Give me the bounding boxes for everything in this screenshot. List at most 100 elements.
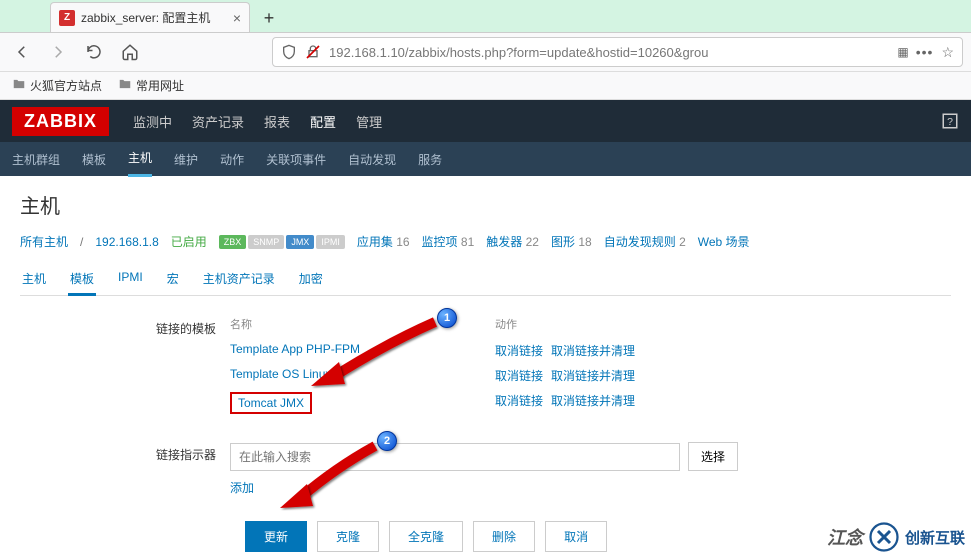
delete-button[interactable]: 删除 bbox=[473, 521, 535, 552]
tab-host[interactable]: 主机 bbox=[20, 264, 48, 295]
folder-icon bbox=[118, 77, 132, 94]
zabbix-logo[interactable]: ZABBIX bbox=[12, 107, 109, 136]
reader-icon[interactable]: ▦ bbox=[897, 45, 907, 59]
bookmark-common-urls[interactable]: 常用网址 bbox=[118, 77, 184, 94]
unlink-link[interactable]: 取消链接 bbox=[495, 367, 543, 384]
full-clone-button[interactable]: 全克隆 bbox=[389, 521, 463, 552]
update-button[interactable]: 更新 bbox=[245, 521, 307, 552]
subnav-hostgroups[interactable]: 主机群组 bbox=[12, 143, 60, 176]
sub-nav: 主机群组 模板 主机 维护 动作 关联项事件 自动发现 服务 bbox=[0, 142, 971, 176]
reload-button[interactable] bbox=[80, 38, 108, 66]
link-indicator-label: 链接指示器 bbox=[20, 442, 230, 497]
page-title: 主机 bbox=[20, 190, 951, 219]
template-link-oslinux[interactable]: Template OS Linux bbox=[230, 367, 331, 381]
new-tab-button[interactable]: + bbox=[254, 4, 284, 32]
callout-2: 2 bbox=[377, 431, 397, 451]
template-link-phpfpm[interactable]: Template App PHP-FPM bbox=[230, 342, 360, 356]
subnav-hosts[interactable]: 主机 bbox=[128, 141, 152, 177]
count-graphs[interactable]: 图形 18 bbox=[551, 233, 592, 250]
unlink-clear-link[interactable]: 取消链接并清理 bbox=[551, 342, 635, 359]
tab-inventory[interactable]: 主机资产记录 bbox=[201, 264, 277, 295]
bookmark-bar: 火狐官方站点 常用网址 bbox=[0, 72, 971, 100]
unlink-link[interactable]: 取消链接 bbox=[495, 342, 543, 359]
clone-button[interactable]: 克隆 bbox=[317, 521, 379, 552]
svg-text:?: ? bbox=[947, 116, 953, 128]
close-tab-icon[interactable]: × bbox=[233, 10, 241, 26]
action-header: 动作 bbox=[495, 316, 517, 332]
watermark-logo-icon bbox=[869, 522, 899, 552]
badge-ipmi: IPMI bbox=[316, 235, 345, 249]
link-indicator-row: 链接指示器 选择 添加 bbox=[20, 442, 951, 497]
shield-icon bbox=[281, 44, 297, 60]
subnav-services[interactable]: 服务 bbox=[418, 143, 442, 176]
subnav-actions[interactable]: 动作 bbox=[220, 143, 244, 176]
zabbix-app: ZABBIX 监测中 资产记录 报表 配置 管理 ? 主机群组 模板 主机 维护… bbox=[0, 100, 971, 558]
browser-tab-strip: Z zabbix_server: 配置主机 × + bbox=[0, 0, 971, 32]
nav-configuration[interactable]: 配置 bbox=[310, 100, 336, 143]
subnav-maintenance[interactable]: 维护 bbox=[174, 143, 198, 176]
main-nav: 监测中 资产记录 报表 配置 管理 bbox=[133, 100, 382, 143]
table-row: Template OS Linux 取消链接 取消链接并清理 bbox=[230, 363, 951, 388]
bookmark-label: 常用网址 bbox=[136, 77, 184, 94]
subnav-correlation[interactable]: 关联项事件 bbox=[266, 143, 326, 176]
watermark-text-2: 创新互联 bbox=[905, 527, 965, 548]
bookmark-firefox-official[interactable]: 火狐官方站点 bbox=[12, 77, 102, 94]
home-button[interactable] bbox=[116, 38, 144, 66]
watermark-text-1: 江念 bbox=[827, 524, 863, 550]
unlink-clear-link[interactable]: 取消链接并清理 bbox=[551, 367, 635, 384]
count-discovery[interactable]: 自动发现规则 2 bbox=[604, 233, 686, 250]
agent-badges: ZBX SNMP JMX IPMI bbox=[219, 235, 345, 249]
support-icon[interactable]: ? bbox=[941, 112, 959, 130]
count-apps[interactable]: 应用集 16 bbox=[357, 233, 410, 250]
unlink-link[interactable]: 取消链接 bbox=[495, 392, 543, 414]
crossed-lock-icon bbox=[305, 44, 321, 60]
nav-inventory[interactable]: 资产记录 bbox=[192, 100, 244, 143]
template-link-tomcatjmx[interactable]: Tomcat JMX bbox=[238, 396, 304, 410]
bc-host-ip[interactable]: 192.168.1.8 bbox=[95, 235, 158, 249]
forward-button[interactable] bbox=[44, 38, 72, 66]
tab-ipmi[interactable]: IPMI bbox=[116, 264, 145, 295]
unlink-clear-link[interactable]: 取消链接并清理 bbox=[551, 392, 635, 414]
bc-separator: / bbox=[80, 235, 83, 249]
tab-templates[interactable]: 模板 bbox=[68, 264, 96, 296]
address-bar[interactable]: 192.168.1.10/zabbix/hosts.php?form=updat… bbox=[272, 37, 963, 67]
linked-templates-label: 链接的模板 bbox=[20, 316, 230, 418]
linked-templates-row: 链接的模板 名称 动作 Template App PHP-FPM 取消链接 取消… bbox=[20, 316, 951, 418]
search-input[interactable] bbox=[230, 443, 680, 471]
tab-encryption[interactable]: 加密 bbox=[297, 264, 325, 295]
template-highlight-box: Tomcat JMX bbox=[230, 392, 312, 414]
watermark: 江念 创新互联 bbox=[827, 522, 965, 552]
table-row: Template App PHP-FPM 取消链接 取消链接并清理 bbox=[230, 338, 951, 363]
content-area: 主机 所有主机 / 192.168.1.8 已启用 ZBX SNMP JMX I… bbox=[0, 176, 971, 558]
page-actions-icon[interactable]: ••• bbox=[916, 44, 934, 60]
select-button[interactable]: 选择 bbox=[688, 442, 738, 471]
table-row: Tomcat JMX 取消链接 取消链接并清理 bbox=[230, 388, 951, 418]
nav-monitoring[interactable]: 监测中 bbox=[133, 100, 172, 143]
browser-toolbar: 192.168.1.10/zabbix/hosts.php?form=updat… bbox=[0, 32, 971, 72]
browser-tab[interactable]: Z zabbix_server: 配置主机 × bbox=[50, 2, 250, 32]
subnav-discovery[interactable]: 自动发现 bbox=[348, 143, 396, 176]
nav-reports[interactable]: 报表 bbox=[264, 100, 290, 143]
detail-tabs: 主机 模板 IPMI 宏 主机资产记录 加密 bbox=[20, 264, 951, 296]
count-triggers[interactable]: 触发器 22 bbox=[486, 233, 539, 250]
add-link[interactable]: 添加 bbox=[230, 479, 254, 496]
tab-macros[interactable]: 宏 bbox=[165, 264, 181, 295]
back-button[interactable] bbox=[8, 38, 36, 66]
folder-icon bbox=[12, 77, 26, 94]
bc-all-hosts[interactable]: 所有主机 bbox=[20, 233, 68, 250]
status-badge: 已启用 bbox=[171, 233, 207, 250]
nav-administration[interactable]: 管理 bbox=[356, 100, 382, 143]
bookmark-label: 火狐官方站点 bbox=[30, 77, 102, 94]
count-web[interactable]: Web 场景 bbox=[698, 233, 750, 250]
subnav-templates[interactable]: 模板 bbox=[82, 143, 106, 176]
callout-1: 1 bbox=[437, 308, 457, 328]
badge-zbx: ZBX bbox=[219, 235, 247, 249]
bookmark-star-icon[interactable]: ☆ bbox=[941, 44, 954, 61]
url-text: 192.168.1.10/zabbix/hosts.php?form=updat… bbox=[329, 45, 889, 60]
breadcrumb-row: 所有主机 / 192.168.1.8 已启用 ZBX SNMP JMX IPMI… bbox=[20, 233, 951, 250]
template-table-header: 名称 动作 bbox=[230, 316, 951, 332]
cancel-button[interactable]: 取消 bbox=[545, 521, 607, 552]
zabbix-header: ZABBIX 监测中 资产记录 报表 配置 管理 ? bbox=[0, 100, 971, 142]
badge-jmx: JMX bbox=[286, 235, 314, 249]
count-items[interactable]: 监控项 81 bbox=[422, 233, 475, 250]
